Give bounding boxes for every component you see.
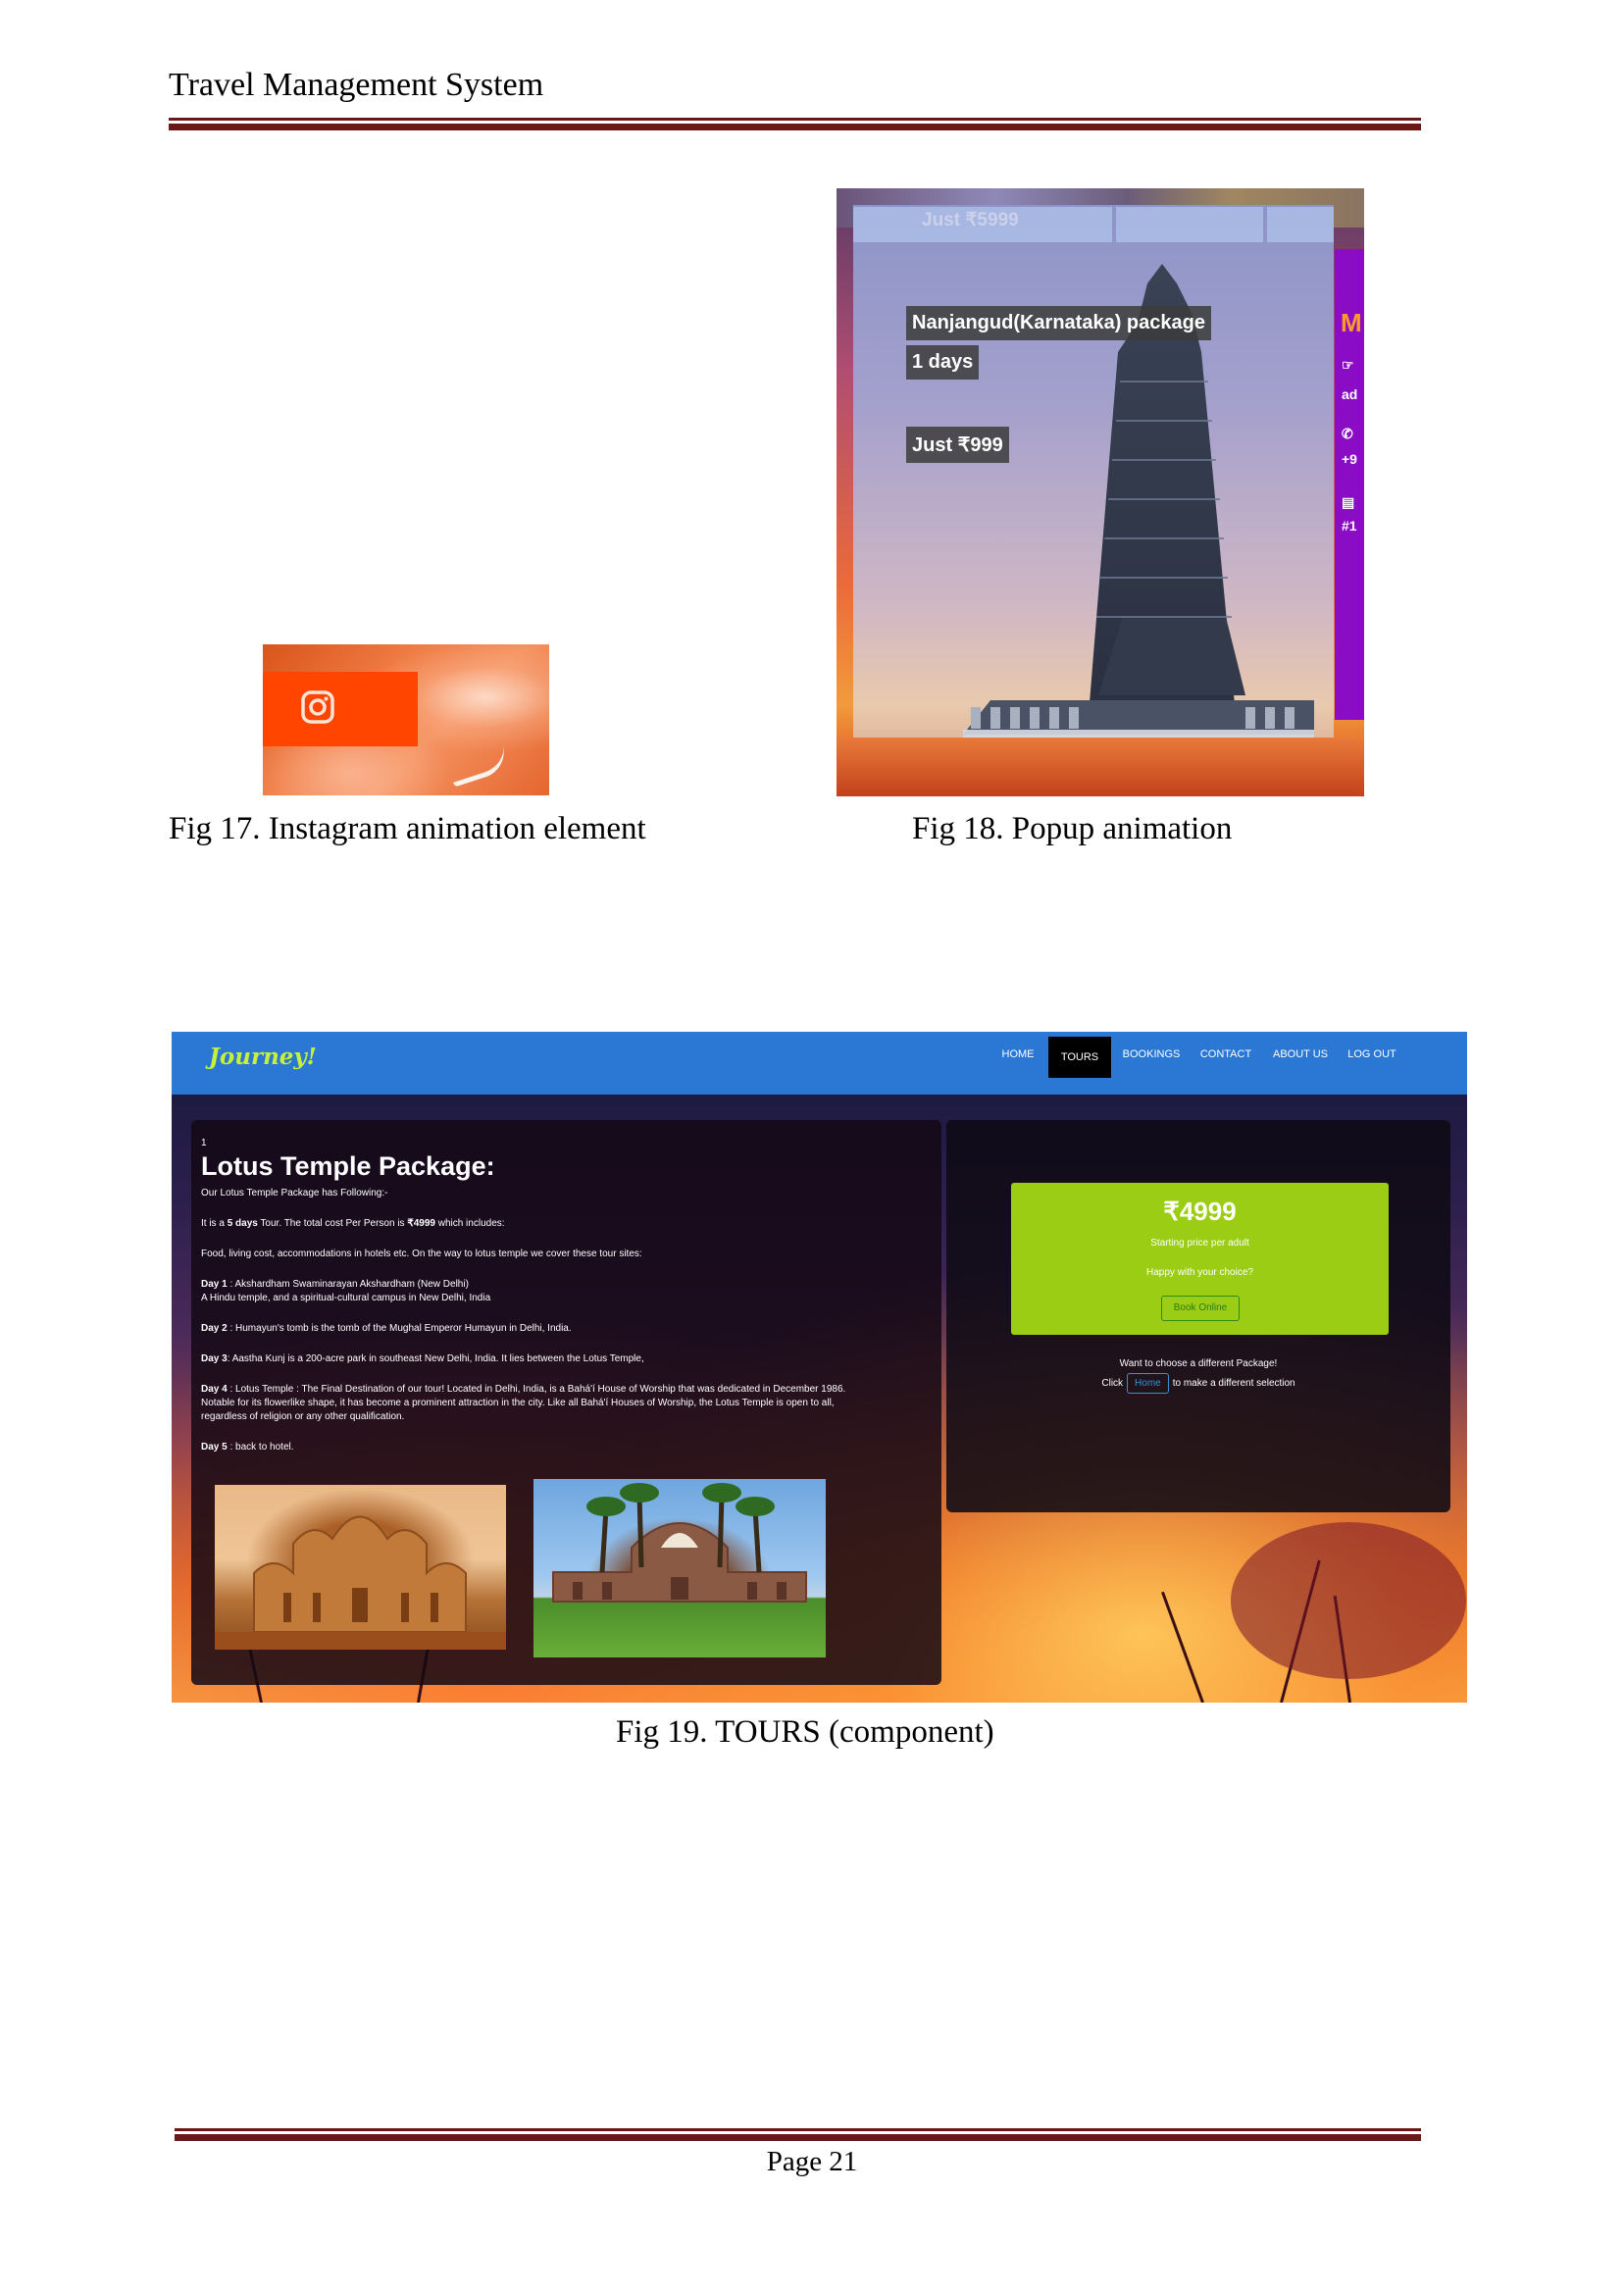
side-panel-line2: +9 [1342,451,1357,467]
akshardham-image [215,1485,506,1650]
click-home-row: Click Home to make a different selection [946,1373,1450,1394]
fig19-caption: Fig 19. TOURS (component) [616,1714,994,1750]
nav-tours[interactable]: TOURS [1048,1037,1111,1078]
instagram-button[interactable] [263,672,418,746]
package-cost-line: It is a 5 days Tour. The total cost Per … [201,1218,505,1229]
tree-foliage [1231,1522,1466,1679]
price-card: ₹4999 Starting price per adult Happy wit… [1011,1183,1389,1335]
happy-choice-text: Happy with your choice? [1146,1267,1253,1278]
footer-rule-thin [175,2128,1421,2131]
package-title: Lotus Temple Package: [201,1151,495,1181]
day-4: Day 4 : Lotus Temple : The Final Destina… [201,1384,846,1395]
temple-image [963,264,1314,774]
starting-price-label: Starting price per adult [1150,1238,1249,1249]
header-rule-thin [169,118,1421,121]
nav-contact[interactable]: CONTACT [1192,1032,1260,1077]
humayun-tomb-image [533,1479,826,1657]
decorative-swoosh [446,743,511,788]
navbar: Journey! HOME TOURS BOOKINGS CONTACT ABO… [172,1032,1467,1095]
day-1-detail: A Hindu temple, and a spiritual-cultural… [201,1293,491,1303]
price-value: ₹4999 [1163,1197,1237,1226]
instagram-icon [301,690,334,724]
nav-log-out[interactable]: LOG OUT [1341,1032,1403,1077]
header-rule-thick [169,124,1421,130]
popup-price: Just ₹999 [906,427,1009,463]
package-popup: Just ₹5999 Nanjangud(Karnataka) package … [853,205,1334,774]
document-header-title: Travel Management System [169,67,544,103]
fig18-caption: Fig 18. Popup animation [912,811,1233,846]
package-details-panel: 1 Lotus Temple Package: Our Lotus Temple… [191,1120,941,1685]
tours-component-screenshot: Journey! HOME TOURS BOOKINGS CONTACT ABO… [172,1032,1467,1703]
day-3: Day 3: Aastha Kunj is a 200-acre park in… [201,1353,644,1364]
nav-home[interactable]: HOME [991,1032,1044,1077]
page-number: Page 21 [766,2146,858,2177]
package-intro: Our Lotus Temple Package has Following:- [201,1188,388,1198]
popup-duration: 1 days [906,345,980,380]
like-icon: ☞ [1342,357,1354,373]
booking-panel: ₹4999 Starting price per adult Happy wit… [946,1120,1450,1512]
day-4-detail: Notable for its flowerlike shape, it has… [201,1398,835,1408]
click-label: Click [1101,1378,1124,1389]
instagram-animation-screenshot [263,644,549,795]
grass-blade [1161,1591,1204,1703]
home-button[interactable]: Home [1127,1373,1169,1394]
side-panel-line3: #1 [1342,518,1357,534]
package-includes: Food, living cost, accommodations in hot… [201,1249,642,1259]
side-panel-line1: ad [1342,386,1358,402]
popup-animation-screenshot: Just ₹5999 Nanjangud(Karnataka) package … [837,188,1364,796]
building-icon: ▤ [1342,494,1355,510]
background-floor [837,738,1364,796]
popup-package-name: Nanjangud(Karnataka) package [906,306,1211,340]
day-2: Day 2 : Humayun's tomb is the tomb of th… [201,1323,572,1334]
day-1: Day 1 : Akshardham Swaminarayan Akshardh… [201,1279,469,1290]
book-online-button[interactable]: Book Online [1161,1296,1240,1321]
day-4-detail-2: regardless of religion or any other qual… [201,1411,405,1422]
day-5: Day 5 : back to hotel. [201,1442,294,1453]
fig17-caption: Fig 17. Instagram animation element [169,811,646,846]
phone-icon: ✆ [1342,426,1353,441]
choose-different-text: Want to choose a different Package! [1119,1358,1278,1369]
brand-logo[interactable]: Journey! [209,1044,317,1070]
nav-about-us[interactable]: ABOUT US [1264,1032,1337,1077]
side-panel-heading: M [1341,308,1362,337]
nav-bookings[interactable]: BOOKINGS [1115,1032,1188,1077]
package-number: 1 [201,1138,207,1148]
different-selection-text: to make a different selection [1172,1378,1295,1389]
footer-rule-thick [175,2134,1421,2141]
contact-side-panel: M ☞ ad ✆ +9 ▤ #1 [1335,249,1364,720]
